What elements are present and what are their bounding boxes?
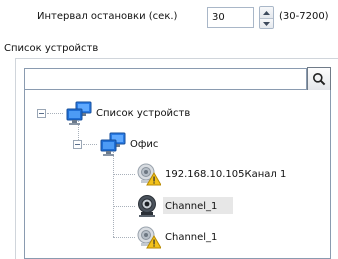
interval-range: (30-7200) (279, 11, 329, 22)
interval-spinner[interactable] (259, 6, 274, 29)
camera-warning-icon (137, 226, 161, 249)
device-tree[interactable]: Список устройств Офис 192.168.10.105Кана… (24, 90, 331, 259)
arrow-down-icon (263, 22, 270, 26)
tree-node-label: Channel_1 (165, 200, 218, 212)
spin-down-button[interactable] (260, 18, 273, 28)
tree-connector (83, 144, 97, 145)
search-button[interactable] (307, 67, 331, 91)
device-settings-panel: Интервал остановки (сек.) (30-7200) Спис… (0, 0, 338, 259)
tree-node-channel[interactable]: Channel_1 (135, 225, 217, 249)
tree-node-label: Channel_1 (165, 231, 218, 243)
tree-connector (47, 113, 63, 114)
tree-node-label: 192.168.10.105Канал 1 (165, 168, 287, 180)
search-icon (313, 73, 326, 86)
spin-up-button[interactable] (260, 7, 273, 18)
tree-connector (113, 237, 135, 238)
tree-connector (113, 148, 114, 237)
device-search-input[interactable] (24, 68, 307, 90)
interval-input[interactable] (207, 7, 254, 28)
tree-node-label: Офис (130, 138, 159, 150)
collapse-toggle-office[interactable] (73, 140, 82, 149)
tree-node-office[interactable]: Офис (99, 132, 158, 156)
device-list-title: Список устройств (4, 43, 99, 54)
arrow-up-icon (263, 10, 270, 15)
tree-node-channel-selected[interactable]: Channel_1 (135, 194, 217, 218)
collapse-toggle-root[interactable] (37, 109, 46, 118)
tree-connector (113, 174, 135, 175)
tree-node-channel[interactable]: 192.168.10.105Канал 1 (135, 162, 286, 186)
tree-node-root[interactable]: Список устройств (65, 101, 190, 125)
tree-connector (113, 206, 135, 207)
camera-icon (138, 195, 156, 217)
network-computers-icon (100, 132, 126, 156)
tree-node-label: Список устройств (96, 107, 191, 119)
camera-warning-icon (137, 163, 161, 186)
interval-label: Интервал остановки (сек.) (37, 11, 178, 22)
network-computers-icon (66, 101, 92, 125)
